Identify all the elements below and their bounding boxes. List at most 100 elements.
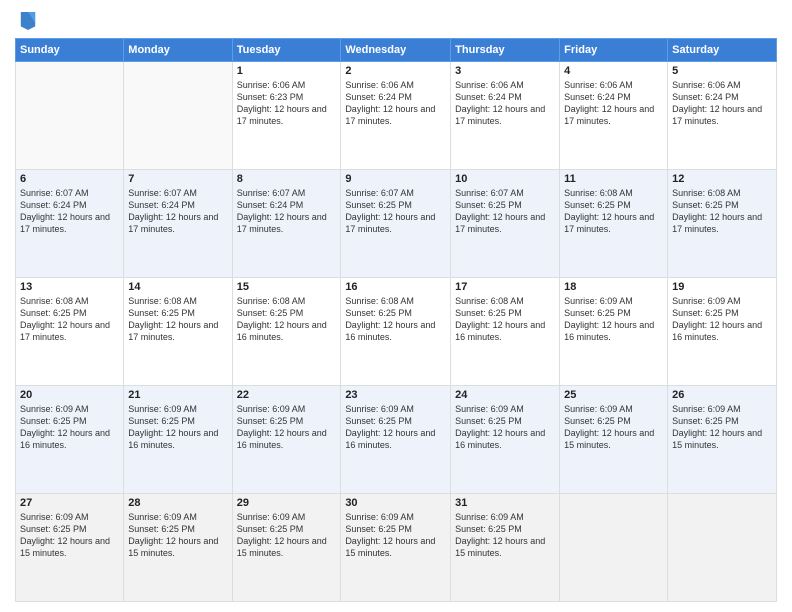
day-info: Sunrise: 6:08 AM Sunset: 6:25 PM Dayligh… <box>564 187 663 236</box>
day-number: 1 <box>237 65 337 77</box>
day-number: 25 <box>564 389 663 401</box>
day-number: 16 <box>345 281 446 293</box>
calendar-cell: 12 Sunrise: 6:08 AM Sunset: 6:25 PM Dayli… <box>668 170 777 278</box>
calendar-cell <box>124 62 232 170</box>
logo <box>15 10 37 32</box>
day-number: 10 <box>455 173 555 185</box>
day-number: 7 <box>128 173 227 185</box>
weekday-thursday: Thursday <box>451 39 560 62</box>
day-info: Sunrise: 6:09 AM Sunset: 6:25 PM Dayligh… <box>20 403 119 452</box>
calendar-cell: 27 Sunrise: 6:09 AM Sunset: 6:25 PM Dayli… <box>16 494 124 602</box>
day-info: Sunrise: 6:09 AM Sunset: 6:25 PM Dayligh… <box>345 403 446 452</box>
page: SundayMondayTuesdayWednesdayThursdayFrid… <box>0 0 792 612</box>
weekday-saturday: Saturday <box>668 39 777 62</box>
day-number: 6 <box>20 173 119 185</box>
calendar-cell: 4 Sunrise: 6:06 AM Sunset: 6:24 PM Daylig… <box>560 62 668 170</box>
day-number: 12 <box>672 173 772 185</box>
day-number: 13 <box>20 281 119 293</box>
day-info: Sunrise: 6:08 AM Sunset: 6:25 PM Dayligh… <box>455 295 555 344</box>
day-number: 29 <box>237 497 337 509</box>
weekday-wednesday: Wednesday <box>341 39 451 62</box>
day-number: 22 <box>237 389 337 401</box>
calendar-body: 1 Sunrise: 6:06 AM Sunset: 6:23 PM Daylig… <box>16 62 777 602</box>
calendar-cell <box>668 494 777 602</box>
day-info: Sunrise: 6:06 AM Sunset: 6:23 PM Dayligh… <box>237 79 337 128</box>
weekday-tuesday: Tuesday <box>232 39 341 62</box>
day-number: 14 <box>128 281 227 293</box>
day-info: Sunrise: 6:09 AM Sunset: 6:25 PM Dayligh… <box>20 511 119 560</box>
week-row-5: 27 Sunrise: 6:09 AM Sunset: 6:25 PM Dayli… <box>16 494 777 602</box>
calendar-cell: 2Sunrise: 6:06 AM Sunset: 6:24 PM Daylig… <box>341 62 451 170</box>
day-info: Sunrise: 6:06 AM Sunset: 6:24 PM Dayligh… <box>564 79 663 128</box>
day-info: Sunrise: 6:06 AM Sunset: 6:24 PM Dayligh… <box>672 79 772 128</box>
day-number: 19 <box>672 281 772 293</box>
calendar-cell: 7Sunrise: 6:07 AM Sunset: 6:24 PM Daylig… <box>124 170 232 278</box>
day-info: Sunrise: 6:09 AM Sunset: 6:25 PM Dayligh… <box>237 403 337 452</box>
calendar-cell: 20 Sunrise: 6:09 AM Sunset: 6:25 PM Dayli… <box>16 386 124 494</box>
day-number: 24 <box>455 389 555 401</box>
day-number: 27 <box>20 497 119 509</box>
day-info: Sunrise: 6:09 AM Sunset: 6:25 PM Dayligh… <box>672 295 772 344</box>
calendar-cell: 16 Sunrise: 6:08 AM Sunset: 6:25 PM Dayli… <box>341 278 451 386</box>
day-info: Sunrise: 6:08 AM Sunset: 6:25 PM Dayligh… <box>345 295 446 344</box>
calendar-cell: 14 Sunrise: 6:08 AM Sunset: 6:25 PM Dayli… <box>124 278 232 386</box>
calendar-cell: 8 Sunrise: 6:07 AM Sunset: 6:24 PM Daylig… <box>232 170 341 278</box>
day-number: 4 <box>564 65 663 77</box>
calendar-cell: 9 Sunrise: 6:07 AM Sunset: 6:25 PM Daylig… <box>341 170 451 278</box>
day-info: Sunrise: 6:09 AM Sunset: 6:25 PM Dayligh… <box>128 403 227 452</box>
day-number: 20 <box>20 389 119 401</box>
weekday-sunday: Sunday <box>16 39 124 62</box>
week-row-1: 1 Sunrise: 6:06 AM Sunset: 6:23 PM Daylig… <box>16 62 777 170</box>
calendar-cell: 31Sunrise: 6:09 AM Sunset: 6:25 PM Dayli… <box>451 494 560 602</box>
week-row-4: 20 Sunrise: 6:09 AM Sunset: 6:25 PM Dayli… <box>16 386 777 494</box>
calendar-cell: 15 Sunrise: 6:08 AM Sunset: 6:25 PM Dayli… <box>232 278 341 386</box>
calendar-cell: 11 Sunrise: 6:08 AM Sunset: 6:25 PM Dayli… <box>560 170 668 278</box>
day-number: 31 <box>455 497 555 509</box>
day-number: 23 <box>345 389 446 401</box>
day-number: 11 <box>564 173 663 185</box>
logo-icon <box>19 10 37 32</box>
day-info: Sunrise: 6:08 AM Sunset: 6:25 PM Dayligh… <box>237 295 337 344</box>
calendar-header: SundayMondayTuesdayWednesdayThursdayFrid… <box>16 39 777 62</box>
day-number: 18 <box>564 281 663 293</box>
calendar-cell: 6Sunrise: 6:07 AM Sunset: 6:24 PM Daylig… <box>16 170 124 278</box>
day-info: Sunrise: 6:09 AM Sunset: 6:25 PM Dayligh… <box>237 511 337 560</box>
calendar-cell: 26Sunrise: 6:09 AM Sunset: 6:25 PM Dayli… <box>668 386 777 494</box>
day-number: 3 <box>455 65 555 77</box>
calendar-cell <box>16 62 124 170</box>
day-info: Sunrise: 6:07 AM Sunset: 6:25 PM Dayligh… <box>345 187 446 236</box>
day-info: Sunrise: 6:08 AM Sunset: 6:25 PM Dayligh… <box>128 295 227 344</box>
day-number: 17 <box>455 281 555 293</box>
calendar-cell: 24 Sunrise: 6:09 AM Sunset: 6:25 PM Dayli… <box>451 386 560 494</box>
calendar-cell: 13 Sunrise: 6:08 AM Sunset: 6:25 PM Dayli… <box>16 278 124 386</box>
header <box>15 10 777 32</box>
day-info: Sunrise: 6:06 AM Sunset: 6:24 PM Dayligh… <box>345 79 446 128</box>
calendar-cell: 21 Sunrise: 6:09 AM Sunset: 6:25 PM Dayli… <box>124 386 232 494</box>
calendar-cell: 29 Sunrise: 6:09 AM Sunset: 6:25 PM Dayli… <box>232 494 341 602</box>
calendar-cell: 5 Sunrise: 6:06 AM Sunset: 6:24 PM Daylig… <box>668 62 777 170</box>
calendar: SundayMondayTuesdayWednesdayThursdayFrid… <box>15 38 777 602</box>
calendar-cell: 19 Sunrise: 6:09 AM Sunset: 6:25 PM Dayli… <box>668 278 777 386</box>
day-info: Sunrise: 6:08 AM Sunset: 6:25 PM Dayligh… <box>20 295 119 344</box>
calendar-cell: 30Sunrise: 6:09 AM Sunset: 6:25 PM Dayli… <box>341 494 451 602</box>
day-info: Sunrise: 6:07 AM Sunset: 6:25 PM Dayligh… <box>455 187 555 236</box>
calendar-cell: 22 Sunrise: 6:09 AM Sunset: 6:25 PM Dayli… <box>232 386 341 494</box>
calendar-cell: 1 Sunrise: 6:06 AM Sunset: 6:23 PM Daylig… <box>232 62 341 170</box>
day-number: 15 <box>237 281 337 293</box>
day-number: 9 <box>345 173 446 185</box>
day-info: Sunrise: 6:09 AM Sunset: 6:25 PM Dayligh… <box>455 403 555 452</box>
day-number: 21 <box>128 389 227 401</box>
calendar-cell <box>560 494 668 602</box>
weekday-row: SundayMondayTuesdayWednesdayThursdayFrid… <box>16 39 777 62</box>
calendar-cell: 25Sunrise: 6:09 AM Sunset: 6:25 PM Dayli… <box>560 386 668 494</box>
calendar-cell: 10 Sunrise: 6:07 AM Sunset: 6:25 PM Dayli… <box>451 170 560 278</box>
day-number: 5 <box>672 65 772 77</box>
weekday-monday: Monday <box>124 39 232 62</box>
day-number: 8 <box>237 173 337 185</box>
weekday-friday: Friday <box>560 39 668 62</box>
day-info: Sunrise: 6:07 AM Sunset: 6:24 PM Dayligh… <box>237 187 337 236</box>
calendar-cell: 23 Sunrise: 6:09 AM Sunset: 6:25 PM Dayli… <box>341 386 451 494</box>
calendar-cell: 17 Sunrise: 6:08 AM Sunset: 6:25 PM Dayli… <box>451 278 560 386</box>
day-info: Sunrise: 6:08 AM Sunset: 6:25 PM Dayligh… <box>672 187 772 236</box>
day-info: Sunrise: 6:09 AM Sunset: 6:25 PM Dayligh… <box>128 511 227 560</box>
